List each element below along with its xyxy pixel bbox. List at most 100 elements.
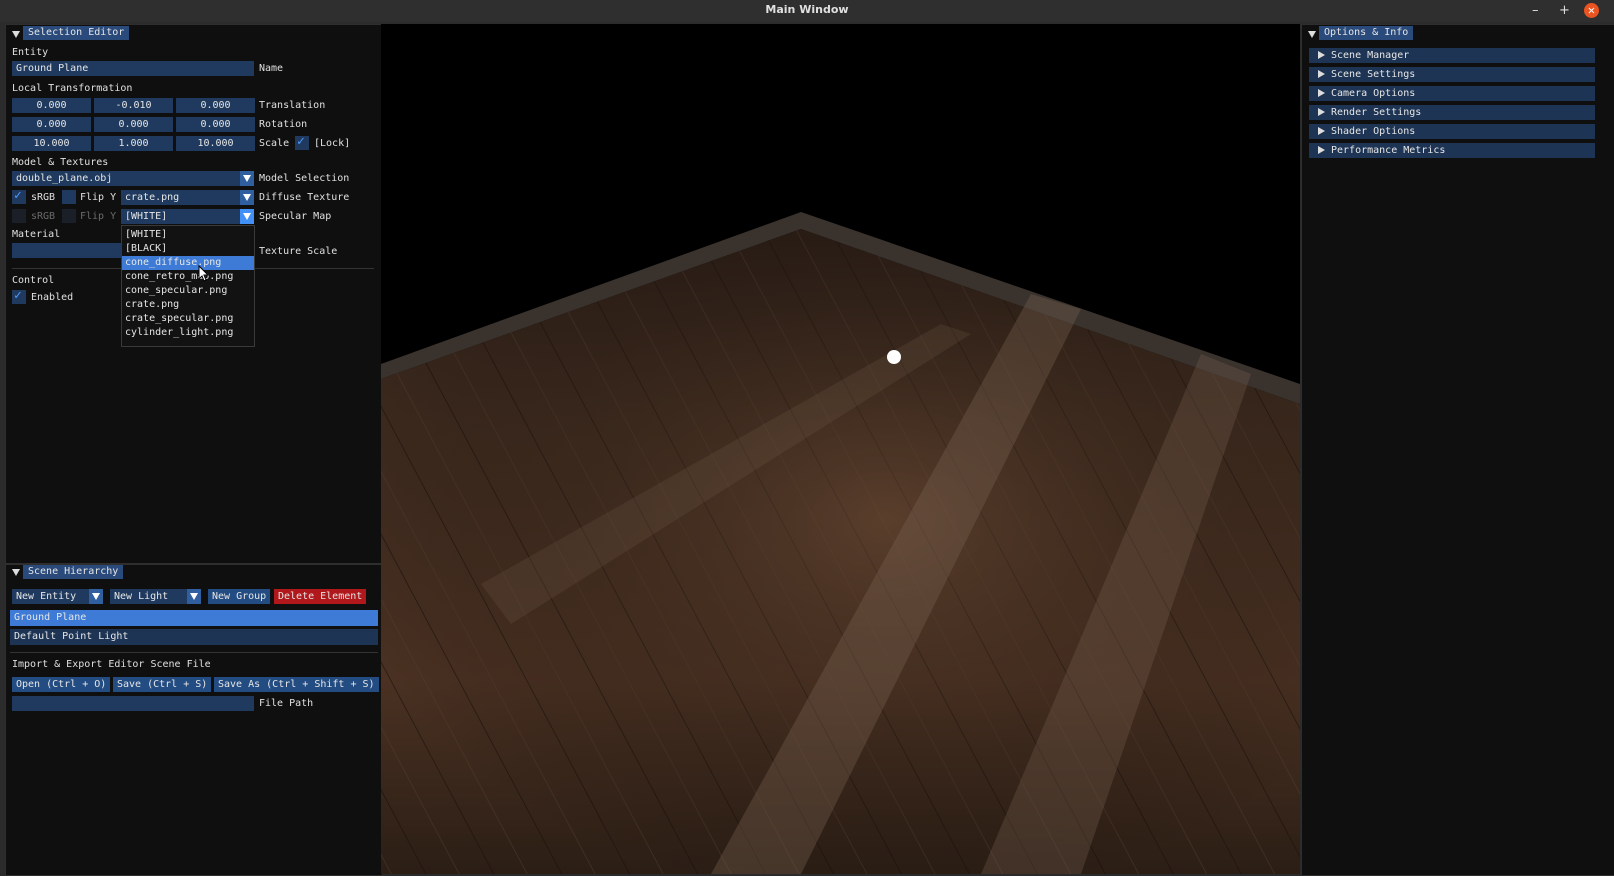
- selection-editor-title: Selection Editor: [23, 26, 130, 40]
- diffuse-flipy-checkbox[interactable]: [62, 190, 76, 204]
- tree-item-render-settings[interactable]: Render Settings: [1309, 105, 1595, 120]
- specular-select[interactable]: [WHITE]: [121, 209, 240, 224]
- material-header: Material: [12, 229, 61, 240]
- dropdown-option[interactable]: [BLACK]: [122, 242, 254, 256]
- selection-editor-panel: Selection Editor Entity Ground Plane Nam…: [5, 24, 383, 564]
- new-light-select[interactable]: New Light: [110, 589, 187, 604]
- chevron-right-icon: [1318, 70, 1325, 78]
- tree-item-camera-options[interactable]: Camera Options: [1309, 86, 1595, 101]
- scale-label: Scale: [259, 138, 290, 149]
- delete-element-button[interactable]: Delete Element: [274, 589, 367, 604]
- file-path-input[interactable]: [12, 696, 254, 711]
- chevron-right-icon: [1318, 51, 1325, 59]
- name-label: Name: [259, 63, 284, 74]
- save-button[interactable]: Save (Ctrl + S): [113, 677, 212, 692]
- specular-chevron-down-icon[interactable]: [240, 209, 254, 224]
- dropdown-option-highlighted[interactable]: cone_diffuse.png: [122, 256, 254, 270]
- tree-item-label: Scene Manager: [1331, 50, 1410, 61]
- specular-srgb-checkbox[interactable]: [12, 209, 26, 223]
- tree-item-label: Performance Metrics: [1331, 145, 1446, 156]
- new-light-chevron-down-icon[interactable]: [187, 589, 201, 604]
- divider: [10, 652, 378, 653]
- enabled-label: Enabled: [31, 292, 74, 303]
- dropdown-option[interactable]: crate.png: [122, 298, 254, 312]
- tree-item-scene-manager[interactable]: Scene Manager: [1309, 48, 1595, 63]
- dropdown-option[interactable]: cone_retro_map.png: [122, 270, 254, 284]
- specular-dropdown-list: [WHITE] [BLACK] cone_diffuse.png cone_re…: [121, 225, 255, 347]
- collapse-icon[interactable]: [12, 569, 20, 576]
- tree-item-scene-settings[interactable]: Scene Settings: [1309, 67, 1595, 82]
- diffuse-chevron-down-icon[interactable]: [240, 190, 254, 205]
- chevron-right-icon: [1318, 89, 1325, 97]
- save-as-button[interactable]: Save As (Ctrl + Shift + S): [214, 677, 379, 692]
- rotation-label: Rotation: [259, 119, 308, 130]
- translation-y[interactable]: -0.010: [94, 98, 173, 113]
- hierarchy-item-ground-plane[interactable]: Ground Plane: [10, 610, 378, 626]
- file-path-label: File Path: [259, 698, 314, 709]
- translation-z[interactable]: 0.000: [176, 98, 255, 113]
- specular-flipy-checkbox[interactable]: [62, 209, 76, 223]
- model-chevron-down-icon[interactable]: [240, 171, 254, 186]
- model-select[interactable]: double_plane.obj: [12, 171, 240, 186]
- specular-flipy-label: Flip Y: [80, 211, 117, 222]
- translation-label: Translation: [259, 100, 326, 111]
- close-button[interactable]: ✕: [1584, 3, 1599, 18]
- 3d-viewport[interactable]: [381, 24, 1300, 874]
- hierarchy-item-point-light[interactable]: Default Point Light: [10, 629, 378, 645]
- collapse-icon[interactable]: [1308, 31, 1316, 38]
- diffuse-label: Diffuse Texture: [259, 192, 350, 203]
- collapse-icon[interactable]: [12, 31, 20, 38]
- control-header: Control: [12, 275, 55, 286]
- rotation-y[interactable]: 0.000: [94, 117, 173, 132]
- scene-hierarchy-title: Scene Hierarchy: [23, 565, 124, 579]
- model-textures-header: Model & Textures: [12, 157, 109, 168]
- tree-item-label: Camera Options: [1331, 88, 1416, 99]
- rotation-x[interactable]: 0.000: [12, 117, 91, 132]
- import-export-header: Import & Export Editor Scene File: [12, 659, 211, 670]
- minimize-button[interactable]: –: [1532, 3, 1539, 18]
- entity-header: Entity: [12, 47, 49, 58]
- scene-hierarchy-panel: Scene Hierarchy New Entity New Light New…: [5, 564, 383, 876]
- diffuse-srgb-label: sRGB: [31, 192, 56, 203]
- window-title: Main Window: [765, 3, 849, 16]
- point-light-marker[interactable]: [887, 350, 901, 364]
- chevron-right-icon: [1318, 127, 1325, 135]
- dropdown-option[interactable]: cylinder_light.png: [122, 326, 254, 340]
- new-entity-select[interactable]: New Entity: [12, 589, 89, 604]
- maximize-button[interactable]: +: [1559, 3, 1570, 18]
- dropdown-option[interactable]: [WHITE]: [122, 228, 254, 242]
- tree-item-label: Render Settings: [1331, 107, 1422, 118]
- tree-item-label: Shader Options: [1331, 126, 1416, 137]
- lock-label: [Lock]: [314, 138, 351, 149]
- tree-item-label: Scene Settings: [1331, 69, 1416, 80]
- enabled-checkbox[interactable]: [12, 288, 26, 304]
- rotation-z[interactable]: 0.000: [176, 117, 255, 132]
- new-group-button[interactable]: New Group: [208, 589, 271, 604]
- specular-srgb-label: sRGB: [31, 211, 56, 222]
- window-titlebar: Main Window – + ✕: [0, 0, 1614, 22]
- specular-label: Specular Map: [259, 211, 332, 222]
- options-info-title: Options & Info: [1319, 26, 1414, 40]
- scale-x[interactable]: 10.000: [12, 136, 91, 151]
- local-transform-header: Local Transformation: [12, 83, 133, 94]
- open-button[interactable]: Open (Ctrl + O): [12, 677, 111, 692]
- dropdown-option[interactable]: cone_specular.png: [122, 284, 254, 298]
- model-label: Model Selection: [259, 173, 350, 184]
- mouse-cursor-icon: [198, 265, 210, 282]
- dropdown-option[interactable]: crate_specular.png: [122, 312, 254, 326]
- translation-x[interactable]: 0.000: [12, 98, 91, 113]
- chevron-right-icon: [1318, 108, 1325, 116]
- diffuse-srgb-checkbox[interactable]: [12, 188, 26, 204]
- scene-render: [381, 24, 1300, 874]
- new-entity-chevron-down-icon[interactable]: [89, 589, 103, 604]
- texture-scale-label: Texture Scale: [259, 246, 338, 257]
- scale-z[interactable]: 10.000: [176, 136, 255, 151]
- lock-checkbox[interactable]: [295, 134, 309, 150]
- chevron-right-icon: [1318, 146, 1325, 154]
- tree-item-shader-options[interactable]: Shader Options: [1309, 124, 1595, 139]
- name-field[interactable]: Ground Plane: [12, 61, 254, 76]
- diffuse-flipy-label: Flip Y: [80, 192, 117, 203]
- scale-y[interactable]: 1.000: [94, 136, 173, 151]
- tree-item-performance-metrics[interactable]: Performance Metrics: [1309, 143, 1595, 158]
- diffuse-select[interactable]: crate.png: [121, 190, 240, 205]
